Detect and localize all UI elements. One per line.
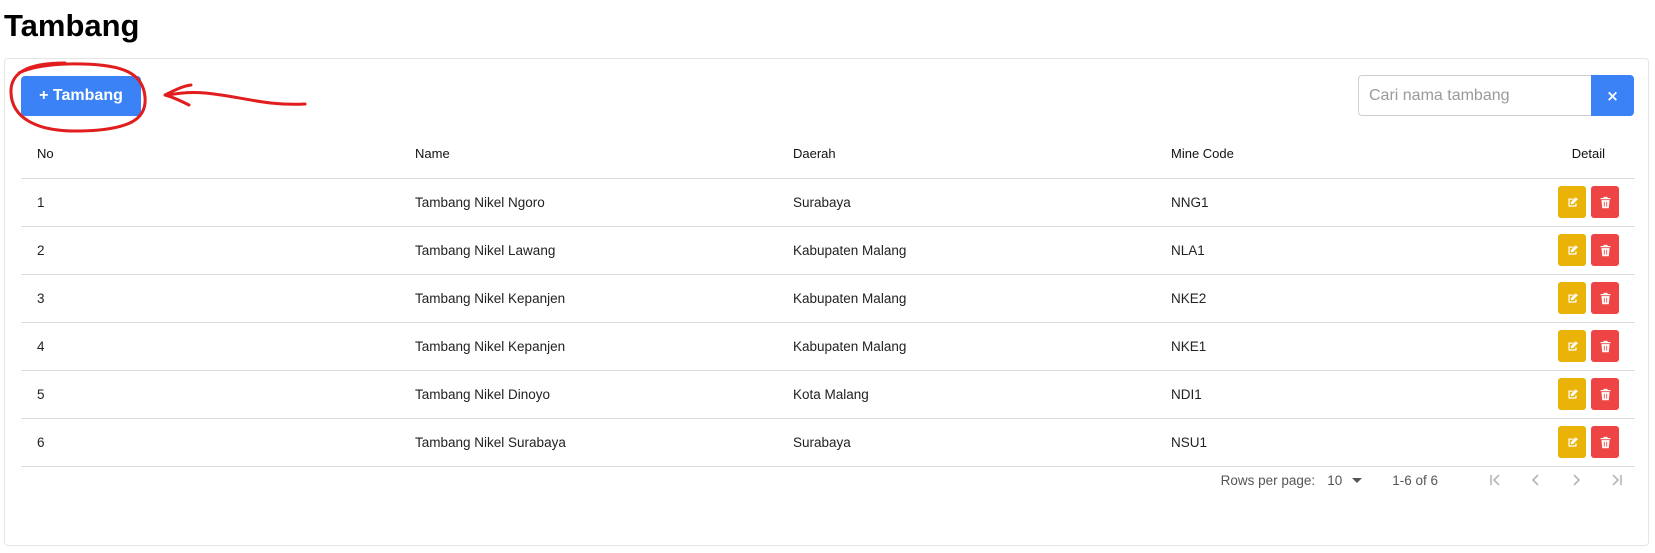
cell-actions [1455, 370, 1635, 419]
header-daerah: Daerah [777, 129, 1155, 179]
cell-actions [1455, 418, 1635, 467]
cell-mine-code: NKE1 [1155, 322, 1455, 371]
last-page-button[interactable] [1604, 470, 1628, 490]
pencil-square-icon [1567, 388, 1578, 399]
cell-actions [1455, 178, 1635, 227]
delete-button[interactable] [1591, 330, 1619, 362]
cell-name: Tambang Nikel Lawang [399, 226, 777, 275]
table-row: 6 Tambang Nikel Surabaya Surabaya NSU1 [21, 418, 1635, 467]
header-no: No [21, 129, 399, 179]
pencil-square-icon [1567, 292, 1578, 303]
trash-icon [1600, 436, 1610, 448]
cell-daerah: Kota Malang [777, 370, 1155, 419]
trash-icon [1600, 340, 1610, 352]
trash-icon [1600, 292, 1610, 304]
cell-name: Tambang Nikel Kepanjen [399, 274, 777, 323]
pagination: Rows per page: 10 1-6 of 6 [1221, 470, 1628, 490]
cell-mine-code: NNG1 [1155, 178, 1455, 227]
delete-button[interactable] [1591, 186, 1619, 218]
edit-button[interactable] [1558, 426, 1586, 458]
cell-actions [1455, 322, 1635, 371]
pencil-square-icon [1567, 244, 1578, 255]
prev-page-button[interactable] [1524, 470, 1548, 490]
rows-per-page-label: Rows per page: [1220, 472, 1316, 488]
pencil-square-icon [1567, 196, 1578, 207]
table-body: 1 Tambang Nikel Ngoro Surabaya NNG1 2 Ta… [21, 178, 1635, 467]
pencil-square-icon [1567, 436, 1578, 447]
next-page-button[interactable] [1564, 470, 1588, 490]
add-tambang-button[interactable]: + Tambang [21, 76, 141, 116]
cell-no: 1 [21, 178, 399, 227]
delete-button[interactable] [1591, 378, 1619, 410]
last-page-icon [1612, 474, 1622, 486]
rows-per-page-select[interactable]: 10 [1327, 472, 1363, 488]
header-name: Name [399, 129, 777, 179]
header-detail: Detail [1455, 129, 1635, 179]
cell-daerah: Kabupaten Malang [777, 226, 1155, 275]
cell-mine-code: NDI1 [1155, 370, 1455, 419]
cell-mine-code: NKE2 [1155, 274, 1455, 323]
edit-button[interactable] [1558, 234, 1586, 266]
cell-no: 6 [21, 418, 399, 467]
edit-button[interactable] [1558, 186, 1586, 218]
table-row: 2 Tambang Nikel Lawang Kabupaten Malang … [21, 226, 1635, 275]
cell-no: 5 [21, 370, 399, 419]
header-mine-code: Mine Code [1155, 129, 1455, 179]
cell-actions [1455, 274, 1635, 323]
delete-button[interactable] [1591, 282, 1619, 314]
cell-no: 2 [21, 226, 399, 275]
first-page-button[interactable] [1484, 470, 1508, 490]
search-group: × [1358, 75, 1634, 116]
cell-name: Tambang Nikel Kepanjen [399, 322, 777, 371]
cell-no: 4 [21, 322, 399, 371]
delete-button[interactable] [1591, 234, 1619, 266]
cell-name: Tambang Nikel Dinoyo [399, 370, 777, 419]
search-input[interactable] [1358, 75, 1591, 116]
mine-table-card: + Tambang × No Name Daerah Mine Code Det… [4, 58, 1649, 546]
trash-icon [1600, 388, 1610, 400]
cell-no: 3 [21, 274, 399, 323]
table-row: 1 Tambang Nikel Ngoro Surabaya NNG1 [21, 178, 1635, 227]
rows-per-page-value: 10 [1327, 472, 1343, 488]
cell-name: Tambang Nikel Surabaya [399, 418, 777, 467]
pencil-square-icon [1567, 340, 1578, 351]
chevron-right-icon [1573, 474, 1581, 486]
caret-down-icon [1352, 477, 1363, 483]
edit-button[interactable] [1558, 378, 1586, 410]
page-range: 1-6 of 6 [1392, 472, 1438, 488]
mine-table: No Name Daerah Mine Code Detail 1 Tamban… [21, 129, 1635, 467]
edit-button[interactable] [1558, 330, 1586, 362]
cell-name: Tambang Nikel Ngoro [399, 178, 777, 227]
cell-daerah: Surabaya [777, 178, 1155, 227]
clear-search-button[interactable]: × [1591, 75, 1634, 116]
trash-icon [1600, 244, 1610, 256]
cell-mine-code: NSU1 [1155, 418, 1455, 467]
table-row: 5 Tambang Nikel Dinoyo Kota Malang NDI1 [21, 370, 1635, 419]
chevron-left-icon [1531, 474, 1539, 486]
cell-daerah: Kabupaten Malang [777, 274, 1155, 323]
first-page-icon [1490, 474, 1500, 486]
page-title: Tambang [4, 8, 140, 43]
cell-daerah: Kabupaten Malang [777, 322, 1155, 371]
delete-button[interactable] [1591, 426, 1619, 458]
cell-actions [1455, 226, 1635, 275]
table-row: 4 Tambang Nikel Kepanjen Kabupaten Malan… [21, 322, 1635, 371]
table-row: 3 Tambang Nikel Kepanjen Kabupaten Malan… [21, 274, 1635, 323]
trash-icon [1600, 196, 1610, 208]
cell-daerah: Surabaya [777, 418, 1155, 467]
edit-button[interactable] [1558, 282, 1586, 314]
table-header-row: No Name Daerah Mine Code Detail [21, 129, 1635, 179]
cell-mine-code: NLA1 [1155, 226, 1455, 275]
